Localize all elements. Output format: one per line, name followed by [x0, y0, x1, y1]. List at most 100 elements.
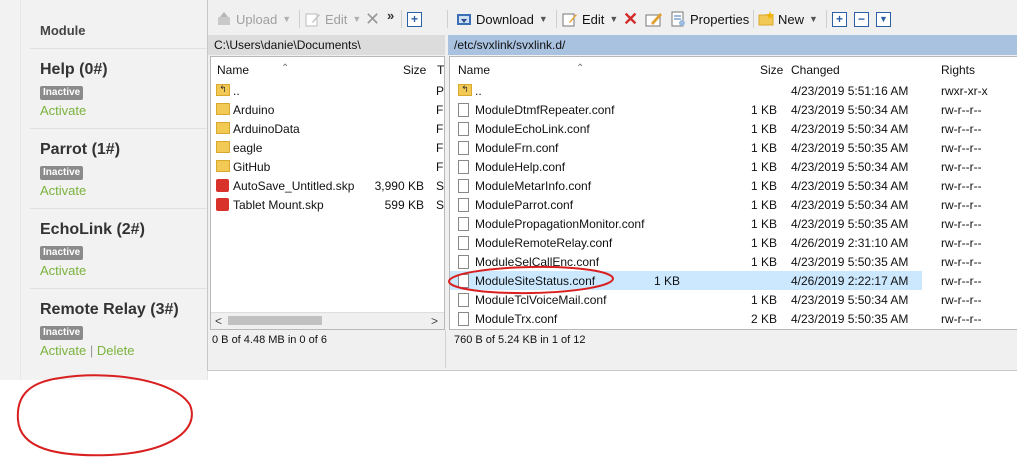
file-row[interactable]: ModuleTrx.conf 2 KB 4/23/2019 5:50:35 AM rw… — [450, 309, 1017, 328]
file-row[interactable]: GitHub F — [211, 157, 444, 176]
download-label: Download — [476, 11, 534, 27]
expand-icon[interactable]: + — [832, 12, 847, 27]
local-file-list[interactable]: ⌃ Name Size T ↰.. P Arduino F ArduinoData Fea… — [210, 56, 445, 330]
file-rights: rw-r--r-- — [941, 103, 982, 117]
file-name: ModuleDtmfRepeater.conf — [475, 103, 615, 117]
file-row[interactable]: Tablet Mount.skp 599 KB S — [211, 195, 444, 214]
download-button[interactable]: Download ▼ — [456, 11, 548, 27]
file-name: Tablet Mount.skp — [233, 198, 324, 212]
new-button[interactable]: New ▼ — [758, 11, 818, 27]
file-icon — [458, 103, 469, 117]
file-size: 1 KB — [750, 122, 777, 136]
file-row[interactable]: ModuleDtmfRepeater.conf 1 KB 4/23/2019 5:5… — [450, 100, 1017, 119]
file-row[interactable]: ArduinoData F — [211, 119, 444, 138]
file-manager-window: Upload ▼ Edit ▼ ✕ » + Download ▼ Edit ▼ … — [207, 0, 1017, 371]
file-changed: 4/23/2019 5:50:35 AM — [791, 255, 909, 269]
left-path-bar[interactable]: C:\Users\danie\Documents\ — [208, 35, 445, 55]
file-rights: rw-r--r-- — [941, 198, 982, 212]
file-icon — [458, 255, 469, 269]
file-size: 1 KB — [750, 179, 777, 193]
action-separator: | — [89, 343, 94, 358]
file-name: ModuleMetarInfo.conf — [475, 179, 592, 193]
toolbar-divider — [753, 10, 754, 28]
column-type[interactable]: T — [437, 63, 444, 77]
file-row-selected[interactable]: ModuleSiteStatus.conf 1 KB 4/26/2019 2:22:… — [450, 271, 982, 290]
file-row[interactable]: ModuleMetarInfo.conf 1 KB 4/23/2019 5:50:3… — [450, 176, 1017, 195]
sketchup-file-icon — [216, 198, 229, 211]
chevron-down-icon[interactable]: ▼ — [352, 14, 361, 24]
upload-button[interactable]: Upload ▼ — [216, 11, 291, 27]
file-name: ModuleSiteStatus.conf — [475, 274, 596, 288]
file-row[interactable]: eagle F — [211, 138, 444, 157]
chevron-down-icon[interactable]: ▼ — [809, 14, 818, 24]
file-name: ModuleSelCallEnc.conf — [475, 255, 600, 269]
file-row[interactable]: ModuleRemoteRelay.conf 1 KB 4/26/2019 2:31… — [450, 233, 1017, 252]
new-folder-icon — [758, 11, 774, 27]
file-name: eagle — [233, 141, 263, 155]
activate-link[interactable]: Activate — [40, 183, 86, 198]
column-size[interactable]: Size — [760, 63, 783, 77]
rename-icon[interactable] — [645, 11, 663, 27]
file-rights: rw-r--r-- — [941, 255, 982, 269]
remote-file-list[interactable]: ⌃ Name Size Changed Rights ↰.. 4/23/2019 … — [449, 56, 1017, 330]
scroll-thumb[interactable] — [228, 316, 322, 325]
file-row[interactable]: ModuleParrot.conf 1 KB 4/23/2019 5:50:34 A… — [450, 195, 1017, 214]
collapse-icon[interactable]: − — [854, 12, 869, 27]
file-changed: 4/23/2019 5:50:34 AM — [791, 293, 909, 307]
file-rights: rw-r--r-- — [941, 160, 982, 174]
file-size: 3,990 KB — [374, 179, 424, 193]
file-row[interactable]: ModuleTclVoiceMail.conf 1 KB 4/23/2019 5:5… — [450, 290, 1017, 309]
file-row[interactable]: ModulePropagationMonitor.conf 1 KB 4/23/20… — [450, 214, 1017, 233]
scroll-left-icon[interactable]: < — [215, 314, 222, 328]
file-changed: 4/23/2019 5:50:35 AM — [791, 312, 909, 326]
delete-link[interactable]: Delete — [97, 343, 135, 358]
file-name: ModuleTrx.conf — [475, 312, 558, 326]
new-label: New — [778, 11, 805, 27]
horizontal-scrollbar[interactable]: < > — [211, 312, 444, 329]
chevron-down-icon[interactable]: ▼ — [282, 14, 291, 24]
file-row[interactable]: ModuleHelp.conf 1 KB 4/23/2019 5:50:34 AM r… — [450, 157, 1017, 176]
chevron-down-icon[interactable]: ▼ — [609, 14, 618, 24]
activate-link[interactable]: Activate — [40, 263, 86, 278]
properties-label: Properties — [690, 11, 750, 27]
activate-link[interactable]: Activate — [40, 103, 86, 118]
left-status: 0 B of 4.48 MB in 0 of 6 — [212, 334, 327, 346]
right-path-bar[interactable]: /etc/svxlink/svxlink.d/ — [448, 35, 1017, 55]
properties-button[interactable]: Properties — [670, 11, 749, 27]
file-rights: rw-r--r-- — [941, 122, 982, 136]
file-row[interactable]: Arduino F — [211, 100, 444, 119]
upload-icon — [216, 11, 232, 27]
delete-icon[interactable]: ✕ — [623, 9, 638, 30]
file-row[interactable]: ↰.. 4/23/2019 5:51:16 AM rwxr-xr-x — [450, 81, 1017, 100]
file-type: S — [436, 179, 445, 193]
file-row[interactable]: ModuleFrn.conf 1 KB 4/23/2019 5:50:35 AM rw… — [450, 138, 1017, 157]
scroll-right-icon[interactable]: > — [431, 314, 438, 328]
chevron-down-icon[interactable]: ▼ — [539, 14, 548, 24]
column-name[interactable]: Name — [458, 63, 490, 77]
file-icon — [458, 236, 469, 250]
file-row[interactable]: ModuleEchoLink.conf 1 KB 4/23/2019 5:50:34… — [450, 119, 1017, 138]
toolbar-overflow-left[interactable]: » — [387, 8, 394, 23]
file-name: .. — [233, 84, 240, 98]
activate-link[interactable]: Activate — [40, 343, 86, 358]
column-size[interactable]: Size — [403, 63, 426, 77]
edit-button-right[interactable]: Edit ▼ — [562, 11, 618, 27]
new-folder-icon-left[interactable]: + — [407, 12, 422, 27]
upload-label: Upload — [236, 11, 278, 27]
file-type: F — [436, 103, 444, 117]
edit-button-left[interactable]: Edit ▼ — [305, 11, 361, 27]
filter-icon[interactable]: ▼ — [876, 12, 891, 27]
file-row[interactable]: ModuleSelCallEnc.conf 1 KB 4/23/2019 5:50:… — [450, 252, 1017, 271]
file-changed: 4/23/2019 5:51:16 AM — [791, 84, 909, 98]
file-icon — [458, 122, 469, 136]
column-name[interactable]: Name — [217, 63, 249, 77]
column-rights[interactable]: Rights — [941, 63, 975, 77]
sort-ascending-icon: ⌃ — [576, 63, 585, 74]
delete-icon[interactable]: ✕ — [365, 9, 380, 30]
file-size: 1 KB — [750, 255, 777, 269]
file-row[interactable]: AutoSave_Untitled.skp 3,990 KB S — [211, 176, 444, 195]
column-changed[interactable]: Changed — [791, 63, 840, 77]
file-row[interactable]: ↰.. P — [211, 81, 444, 100]
file-icon — [458, 198, 469, 212]
edit-icon — [305, 11, 321, 27]
